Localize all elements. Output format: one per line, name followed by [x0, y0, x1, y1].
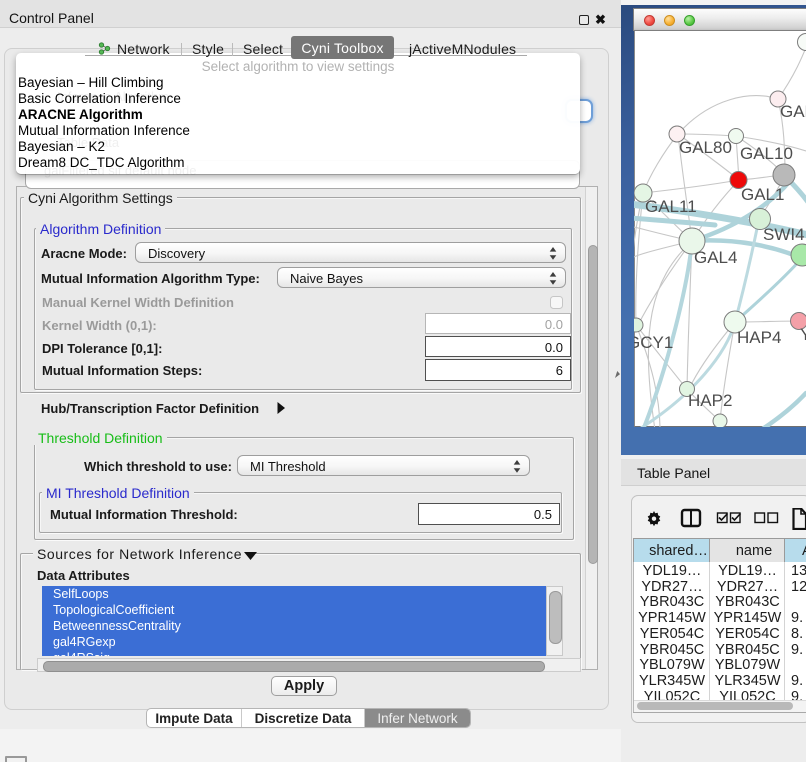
svg-text:GAL80: GAL80 — [679, 138, 732, 157]
svg-text:HAP4: HAP4 — [737, 328, 781, 347]
svg-text:GAL11: GAL11 — [645, 197, 697, 216]
svg-text:GAL10: GAL10 — [740, 144, 793, 163]
svg-text:SWI4: SWI4 — [763, 225, 805, 244]
svg-text:GAL1: GAL1 — [741, 185, 784, 204]
svg-text:Y: Y — [800, 325, 806, 344]
svg-text:HAP2: HAP2 — [688, 391, 732, 410]
svg-text:GCY1: GCY1 — [634, 333, 673, 352]
svg-text:GAL4: GAL4 — [694, 248, 737, 267]
svg-text:GAL: GAL — [780, 102, 806, 121]
